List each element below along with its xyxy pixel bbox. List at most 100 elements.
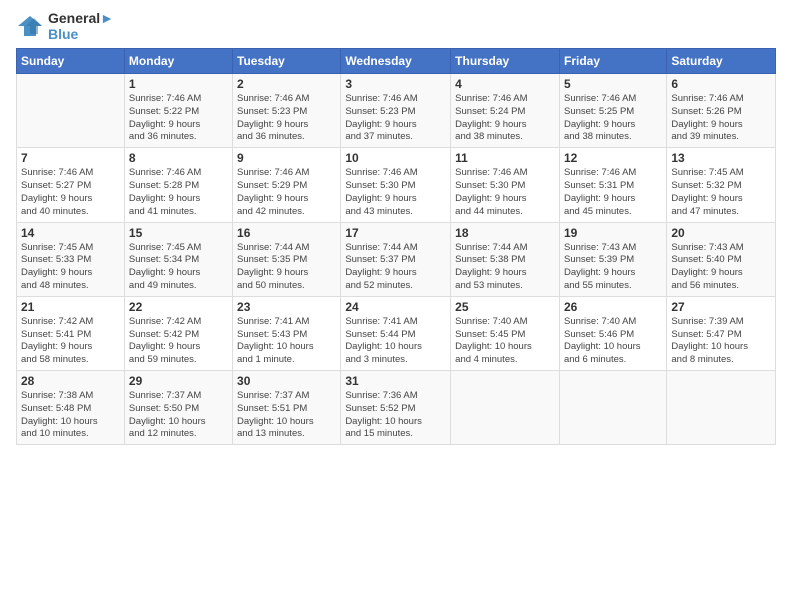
day-info: Sunrise: 7:46 AM Sunset: 5:26 PM Dayligh… xyxy=(671,93,771,144)
day-info: Sunrise: 7:37 AM Sunset: 5:51 PM Dayligh… xyxy=(237,390,336,441)
week-row-0: 1 Sunrise: 7:46 AM Sunset: 5:22 PM Daylig… xyxy=(17,74,776,148)
calendar-cell: 29 Sunrise: 7:37 AM Sunset: 5:50 PM Dayli… xyxy=(124,371,232,445)
day-number: 4 xyxy=(455,77,555,91)
day-number: 5 xyxy=(564,77,662,91)
day-info: Sunrise: 7:39 AM Sunset: 5:47 PM Dayligh… xyxy=(671,316,771,367)
day-number: 31 xyxy=(345,374,446,388)
day-info: Sunrise: 7:44 AM Sunset: 5:37 PM Dayligh… xyxy=(345,242,446,293)
day-info: Sunrise: 7:46 AM Sunset: 5:30 PM Dayligh… xyxy=(345,167,446,218)
calendar-cell: 23 Sunrise: 7:41 AM Sunset: 5:43 PM Dayli… xyxy=(233,296,341,370)
calendar-cell: 20 Sunrise: 7:43 AM Sunset: 5:40 PM Dayli… xyxy=(667,222,776,296)
day-number: 14 xyxy=(21,226,120,240)
calendar-cell: 8 Sunrise: 7:46 AM Sunset: 5:28 PM Daylig… xyxy=(124,148,232,222)
header: General► Blue xyxy=(16,10,776,42)
day-number: 6 xyxy=(671,77,771,91)
calendar-cell: 13 Sunrise: 7:45 AM Sunset: 5:32 PM Dayli… xyxy=(667,148,776,222)
calendar-cell: 17 Sunrise: 7:44 AM Sunset: 5:37 PM Dayli… xyxy=(341,222,451,296)
calendar-cell: 22 Sunrise: 7:42 AM Sunset: 5:42 PM Dayli… xyxy=(124,296,232,370)
day-number: 16 xyxy=(237,226,336,240)
day-number: 30 xyxy=(237,374,336,388)
calendar-cell: 10 Sunrise: 7:46 AM Sunset: 5:30 PM Dayli… xyxy=(341,148,451,222)
calendar-cell: 16 Sunrise: 7:44 AM Sunset: 5:35 PM Dayli… xyxy=(233,222,341,296)
day-number: 3 xyxy=(345,77,446,91)
day-number: 9 xyxy=(237,151,336,165)
weekday-header-thursday: Thursday xyxy=(451,49,560,74)
logo: General► Blue xyxy=(16,10,114,42)
weekday-header-tuesday: Tuesday xyxy=(233,49,341,74)
day-number: 10 xyxy=(345,151,446,165)
day-number: 17 xyxy=(345,226,446,240)
day-number: 28 xyxy=(21,374,120,388)
calendar-cell xyxy=(17,74,125,148)
day-number: 22 xyxy=(129,300,228,314)
day-number: 18 xyxy=(455,226,555,240)
day-info: Sunrise: 7:42 AM Sunset: 5:41 PM Dayligh… xyxy=(21,316,120,367)
calendar-cell: 12 Sunrise: 7:46 AM Sunset: 5:31 PM Dayli… xyxy=(559,148,666,222)
calendar-cell: 4 Sunrise: 7:46 AM Sunset: 5:24 PM Daylig… xyxy=(451,74,560,148)
day-info: Sunrise: 7:45 AM Sunset: 5:34 PM Dayligh… xyxy=(129,242,228,293)
day-info: Sunrise: 7:46 AM Sunset: 5:28 PM Dayligh… xyxy=(129,167,228,218)
day-number: 27 xyxy=(671,300,771,314)
calendar-cell: 24Sunrise: 7:41 AM Sunset: 5:44 PM Dayli… xyxy=(341,296,451,370)
day-number: 29 xyxy=(129,374,228,388)
day-number: 24 xyxy=(345,300,446,314)
calendar-cell: 6 Sunrise: 7:46 AM Sunset: 5:26 PM Daylig… xyxy=(667,74,776,148)
day-info: Sunrise: 7:46 AM Sunset: 5:29 PM Dayligh… xyxy=(237,167,336,218)
day-info: Sunrise: 7:46 AM Sunset: 5:23 PM Dayligh… xyxy=(345,93,446,144)
day-info: Sunrise: 7:42 AM Sunset: 5:42 PM Dayligh… xyxy=(129,316,228,367)
day-number: 25 xyxy=(455,300,555,314)
day-number: 19 xyxy=(564,226,662,240)
day-info: Sunrise: 7:40 AM Sunset: 5:46 PM Dayligh… xyxy=(564,316,662,367)
calendar-cell: 2 Sunrise: 7:46 AM Sunset: 5:23 PM Daylig… xyxy=(233,74,341,148)
day-info: Sunrise: 7:46 AM Sunset: 5:23 PM Dayligh… xyxy=(237,93,336,144)
day-number: 7 xyxy=(21,151,120,165)
calendar-cell: 27 Sunrise: 7:39 AM Sunset: 5:47 PM Dayli… xyxy=(667,296,776,370)
calendar-cell: 31 Sunrise: 7:36 AM Sunset: 5:52 PM Dayli… xyxy=(341,371,451,445)
calendar-cell: 7Sunrise: 7:46 AM Sunset: 5:27 PM Daylig… xyxy=(17,148,125,222)
day-info: Sunrise: 7:44 AM Sunset: 5:35 PM Dayligh… xyxy=(237,242,336,293)
calendar-cell: 26 Sunrise: 7:40 AM Sunset: 5:46 PM Dayli… xyxy=(559,296,666,370)
calendar-cell: 1 Sunrise: 7:46 AM Sunset: 5:22 PM Daylig… xyxy=(124,74,232,148)
day-number: 1 xyxy=(129,77,228,91)
day-info: Sunrise: 7:45 AM Sunset: 5:33 PM Dayligh… xyxy=(21,242,120,293)
day-info: Sunrise: 7:45 AM Sunset: 5:32 PM Dayligh… xyxy=(671,167,771,218)
day-info: Sunrise: 7:36 AM Sunset: 5:52 PM Dayligh… xyxy=(345,390,446,441)
calendar-cell xyxy=(559,371,666,445)
calendar-cell: 21Sunrise: 7:42 AM Sunset: 5:41 PM Dayli… xyxy=(17,296,125,370)
calendar-cell: 11Sunrise: 7:46 AM Sunset: 5:30 PM Dayli… xyxy=(451,148,560,222)
weekday-header-saturday: Saturday xyxy=(667,49,776,74)
logo-text: General► Blue xyxy=(48,10,114,42)
calendar-cell xyxy=(667,371,776,445)
weekday-header-monday: Monday xyxy=(124,49,232,74)
weekday-header-row: SundayMondayTuesdayWednesdayThursdayFrid… xyxy=(17,49,776,74)
calendar-cell xyxy=(451,371,560,445)
calendar-cell: 5 Sunrise: 7:46 AM Sunset: 5:25 PM Daylig… xyxy=(559,74,666,148)
day-number: 13 xyxy=(671,151,771,165)
day-info: Sunrise: 7:46 AM Sunset: 5:31 PM Dayligh… xyxy=(564,167,662,218)
day-number: 26 xyxy=(564,300,662,314)
day-number: 12 xyxy=(564,151,662,165)
day-info: Sunrise: 7:46 AM Sunset: 5:24 PM Dayligh… xyxy=(455,93,555,144)
week-row-1: 7Sunrise: 7:46 AM Sunset: 5:27 PM Daylig… xyxy=(17,148,776,222)
calendar-cell: 25 Sunrise: 7:40 AM Sunset: 5:45 PM Dayli… xyxy=(451,296,560,370)
day-number: 2 xyxy=(237,77,336,91)
logo-icon xyxy=(16,12,44,40)
day-info: Sunrise: 7:41 AM Sunset: 5:43 PM Dayligh… xyxy=(237,316,336,367)
day-number: 8 xyxy=(129,151,228,165)
day-number: 11 xyxy=(455,151,555,165)
calendar-cell: 19Sunrise: 7:43 AM Sunset: 5:39 PM Dayli… xyxy=(559,222,666,296)
page: General► Blue SundayMondayTuesdayWednesd… xyxy=(0,0,792,612)
day-info: Sunrise: 7:43 AM Sunset: 5:40 PM Dayligh… xyxy=(671,242,771,293)
day-info: Sunrise: 7:46 AM Sunset: 5:22 PM Dayligh… xyxy=(129,93,228,144)
day-info: Sunrise: 7:44 AM Sunset: 5:38 PM Dayligh… xyxy=(455,242,555,293)
day-number: 23 xyxy=(237,300,336,314)
day-info: Sunrise: 7:46 AM Sunset: 5:25 PM Dayligh… xyxy=(564,93,662,144)
day-info: Sunrise: 7:38 AM Sunset: 5:48 PM Dayligh… xyxy=(21,390,120,441)
day-info: Sunrise: 7:40 AM Sunset: 5:45 PM Dayligh… xyxy=(455,316,555,367)
week-row-3: 21Sunrise: 7:42 AM Sunset: 5:41 PM Dayli… xyxy=(17,296,776,370)
calendar-cell: 3 Sunrise: 7:46 AM Sunset: 5:23 PM Daylig… xyxy=(341,74,451,148)
day-number: 20 xyxy=(671,226,771,240)
day-info: Sunrise: 7:37 AM Sunset: 5:50 PM Dayligh… xyxy=(129,390,228,441)
calendar-cell: 28 Sunrise: 7:38 AM Sunset: 5:48 PM Dayli… xyxy=(17,371,125,445)
weekday-header-friday: Friday xyxy=(559,49,666,74)
